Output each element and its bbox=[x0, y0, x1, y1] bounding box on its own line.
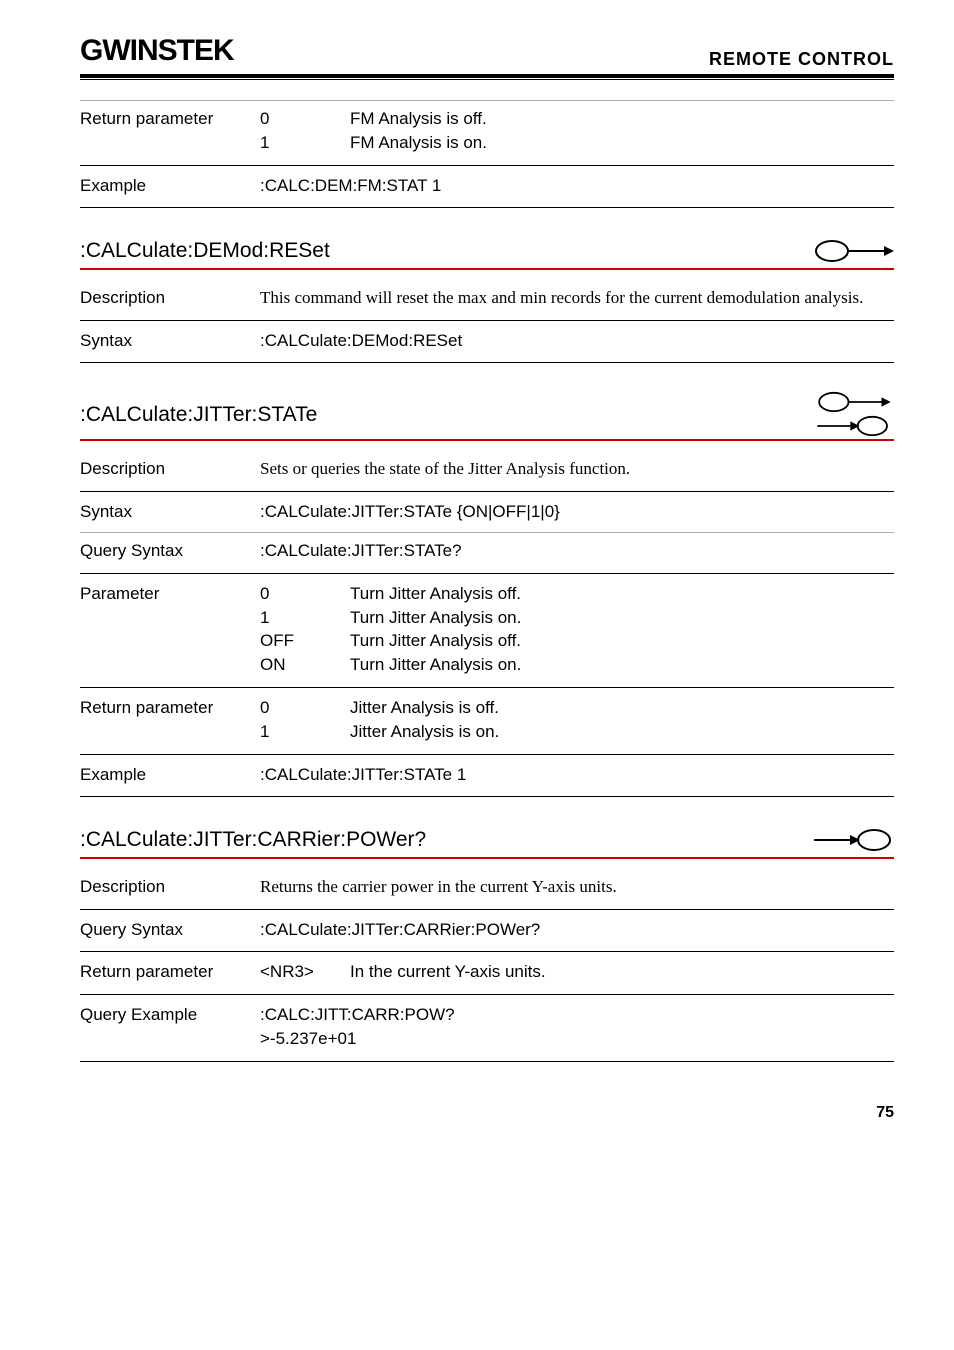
divider bbox=[80, 165, 894, 166]
param-value: Turn Jitter Analysis off. bbox=[350, 629, 894, 653]
syntax-label: Syntax bbox=[80, 329, 260, 353]
syntax-value: :CALCulate:DEMod:RESet bbox=[260, 329, 894, 353]
param-key: 1 bbox=[260, 131, 350, 155]
example-label: Example bbox=[80, 174, 260, 198]
param-key: 1 bbox=[260, 720, 350, 744]
syntax-value: :CALCulate:JITTer:STATe {ON|OFF|1|0} bbox=[260, 500, 894, 524]
param-key: 0 bbox=[260, 696, 350, 720]
divider bbox=[80, 754, 894, 755]
divider bbox=[80, 491, 894, 492]
divider bbox=[80, 1061, 894, 1062]
divider bbox=[80, 532, 894, 533]
query-example-label: Query Example bbox=[80, 1003, 260, 1051]
command-title: :CALCulate:DEMod:RESet bbox=[80, 236, 330, 265]
param-value: FM Analysis is off. bbox=[350, 107, 894, 131]
divider bbox=[80, 320, 894, 321]
query-arrow-icon bbox=[814, 828, 894, 852]
divider bbox=[80, 796, 894, 797]
red-divider bbox=[80, 439, 894, 441]
param-value: Jitter Analysis is on. bbox=[350, 720, 894, 744]
param-value: Jitter Analysis is off. bbox=[350, 696, 894, 720]
description-text: Sets or queries the state of the Jitter … bbox=[260, 457, 894, 481]
command-title: :CALCulate:JITTer:CARRier:POWer? bbox=[80, 825, 426, 854]
syntax-label: Syntax bbox=[80, 500, 260, 524]
return-parameter-label: Return parameter bbox=[80, 960, 260, 984]
query-syntax-value: :CALCulate:JITTer:CARRier:POWer? bbox=[260, 918, 894, 942]
divider bbox=[80, 909, 894, 910]
header-rule bbox=[80, 74, 894, 80]
query-syntax-label: Query Syntax bbox=[80, 918, 260, 942]
red-divider bbox=[80, 857, 894, 859]
query-example-line: :CALC:JITT:CARR:POW? bbox=[260, 1003, 894, 1027]
page-header-title: REMOTE CONTROL bbox=[709, 47, 894, 72]
example-value: :CALC:DEM:FM:STAT 1 bbox=[260, 174, 894, 198]
divider bbox=[80, 951, 894, 952]
description-label: Description bbox=[80, 875, 260, 899]
description-label: Description bbox=[80, 457, 260, 481]
query-syntax-label: Query Syntax bbox=[80, 539, 260, 563]
param-value: Turn Jitter Analysis on. bbox=[350, 606, 894, 630]
divider bbox=[80, 994, 894, 995]
param-key: 0 bbox=[260, 107, 350, 131]
param-value: Turn Jitter Analysis on. bbox=[350, 653, 894, 677]
divider bbox=[80, 207, 894, 208]
return-parameter-label: Return parameter bbox=[80, 107, 260, 155]
param-key: 1 bbox=[260, 606, 350, 630]
query-arrow-icon bbox=[814, 415, 894, 437]
description-label: Description bbox=[80, 286, 260, 310]
set-arrow-icon bbox=[814, 239, 894, 263]
command-title: :CALCulate:JITTer:STATe bbox=[80, 400, 317, 429]
brand-logo: GWINSTEK bbox=[80, 30, 234, 72]
query-example-line: >-5.237e+01 bbox=[260, 1027, 894, 1051]
divider bbox=[80, 573, 894, 574]
example-value: :CALCulate:JITTer:STATe 1 bbox=[260, 763, 894, 787]
parameter-label: Parameter bbox=[80, 582, 260, 677]
param-key: OFF bbox=[260, 629, 350, 653]
param-key: 0 bbox=[260, 582, 350, 606]
page-number: 75 bbox=[80, 1102, 894, 1124]
param-key: ON bbox=[260, 653, 350, 677]
divider bbox=[80, 687, 894, 688]
red-divider bbox=[80, 268, 894, 270]
param-key: <NR3> bbox=[260, 960, 350, 984]
param-value: Turn Jitter Analysis off. bbox=[350, 582, 894, 606]
param-value: FM Analysis is on. bbox=[350, 131, 894, 155]
description-text: Returns the carrier power in the current… bbox=[260, 875, 894, 899]
example-label: Example bbox=[80, 763, 260, 787]
divider bbox=[80, 100, 894, 101]
param-value: In the current Y-axis units. bbox=[350, 960, 894, 984]
set-arrow-icon bbox=[814, 391, 894, 413]
divider bbox=[80, 362, 894, 363]
description-text: This command will reset the max and min … bbox=[260, 286, 894, 310]
return-parameter-label: Return parameter bbox=[80, 696, 260, 744]
query-syntax-value: :CALCulate:JITTer:STATe? bbox=[260, 539, 894, 563]
